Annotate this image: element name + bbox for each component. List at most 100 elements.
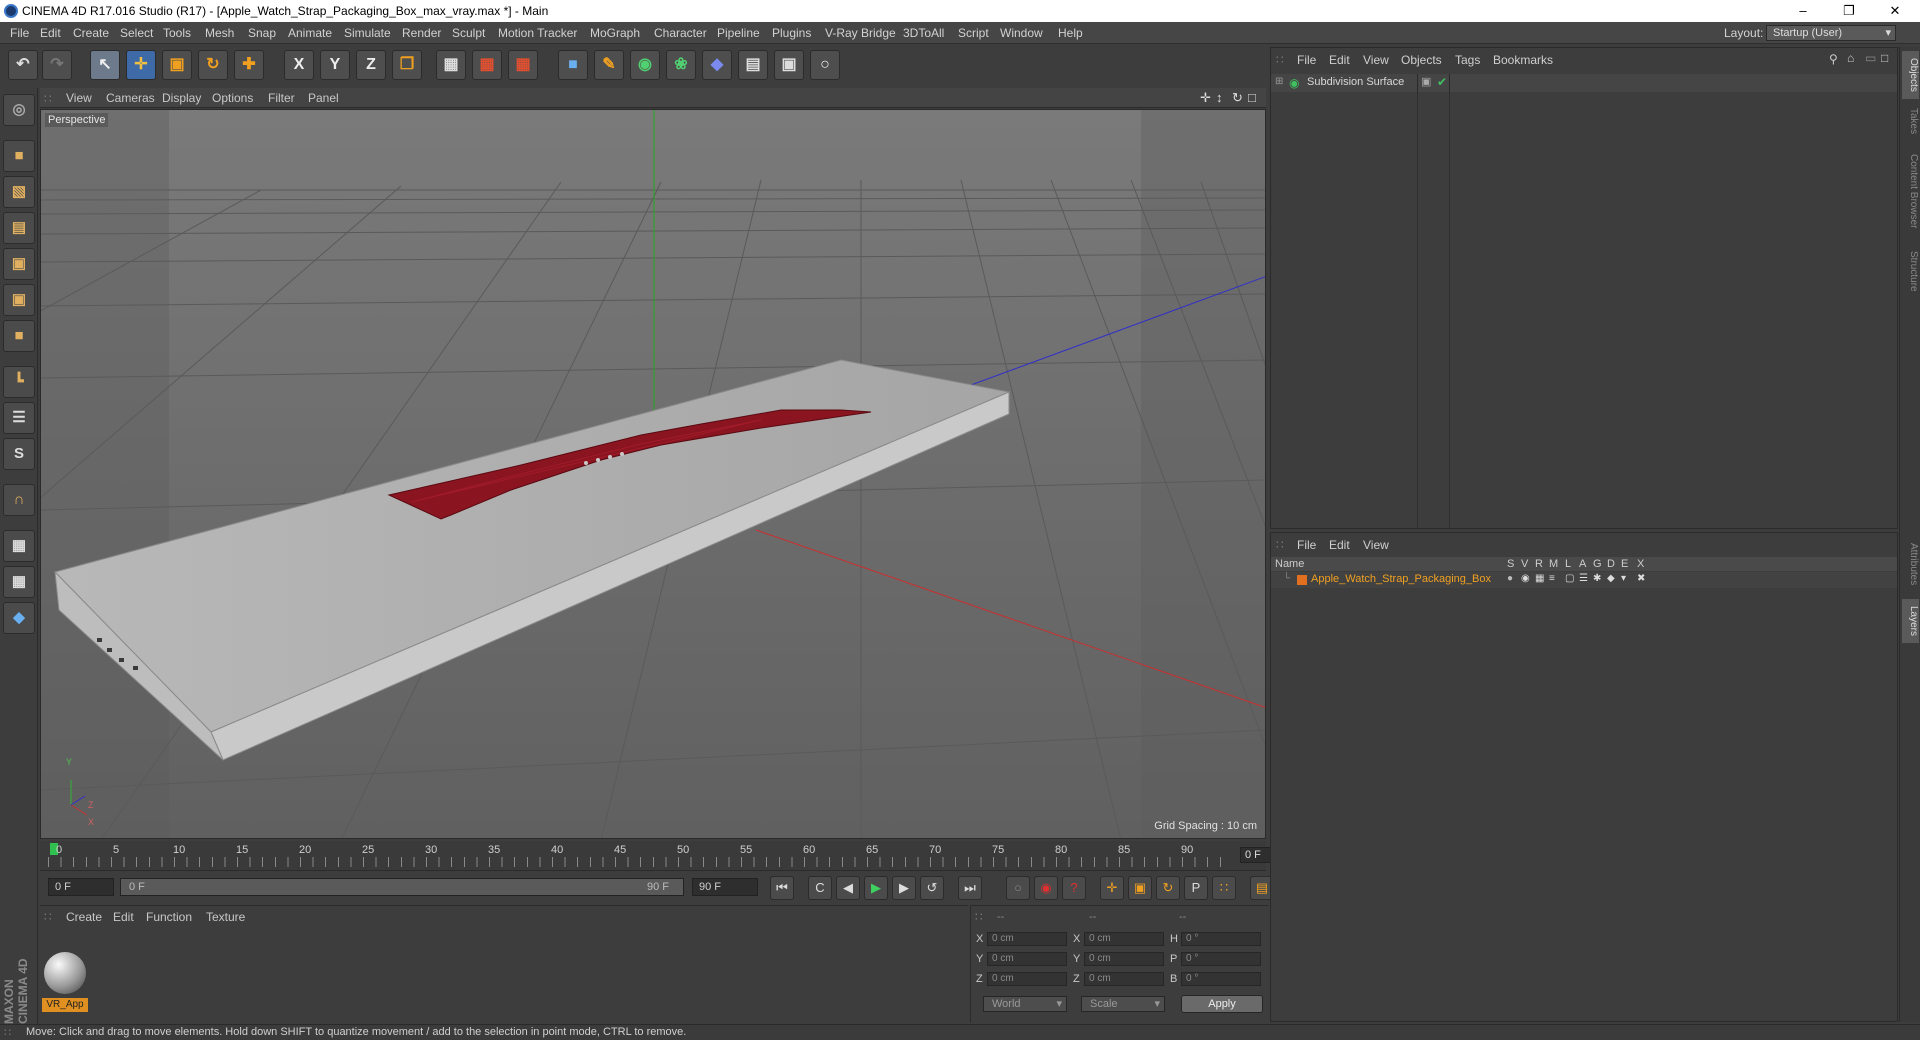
apply-button[interactable]: Apply	[1181, 995, 1263, 1013]
start-frame-field[interactable]: 0 F	[48, 878, 114, 896]
menu-plugins[interactable]: Plugins	[772, 26, 811, 40]
goto-start-button[interactable]: ⏮	[770, 876, 794, 900]
next-frame-button[interactable]: ▶	[892, 876, 916, 900]
menu-script[interactable]: Script	[958, 26, 989, 40]
position-y-field[interactable]: 0 cm	[987, 952, 1067, 966]
objects-menu-bookmarks[interactable]: Bookmarks	[1493, 53, 1553, 67]
layer-row[interactable]: └ Apple_Watch_Strap_Packaging_Box ● ◉ ▦ …	[1271, 572, 1897, 588]
menu-simulate[interactable]: Simulate	[344, 26, 391, 40]
magnet-button[interactable]: ∩	[3, 484, 35, 516]
size-y-field[interactable]: 0 cm	[1084, 952, 1164, 966]
texture-mode-button[interactable]: ▧	[3, 176, 35, 208]
animation-icon[interactable]: ☰	[1579, 573, 1588, 584]
lock-icon[interactable]: ▢	[1565, 573, 1574, 584]
flag-header[interactable]: A	[1579, 558, 1586, 570]
edges-mode-button[interactable]: ▣	[3, 284, 35, 316]
workplane-button[interactable]: ▤	[3, 212, 35, 244]
timeline-ruler[interactable]: 0 5 10 15 20 25 30 35 40 45 50 55 60 65 …	[40, 841, 1304, 871]
tab-objects[interactable]: Objects	[1902, 51, 1919, 99]
end-frame-field[interactable]: 90 F	[692, 878, 758, 896]
move-tool-button[interactable]: ✛	[126, 50, 156, 80]
checkmark-icon[interactable]: ✔	[1437, 75, 1447, 89]
deformers-icon[interactable]: ◆	[1607, 573, 1615, 584]
axis-x-button[interactable]: X	[284, 50, 314, 80]
menu-window[interactable]: Window	[1000, 26, 1043, 40]
minimize-panel-icon[interactable]: ▭	[1865, 51, 1876, 65]
rotate-tool-button[interactable]: ↻	[198, 50, 228, 80]
rotation-h-field[interactable]: 0 °	[1181, 932, 1261, 946]
enable-toggle-icon[interactable]: ▣	[1421, 75, 1431, 88]
menu-mograph[interactable]: MoGraph	[590, 26, 640, 40]
object-row-subdivision-surface[interactable]: ⊞ ◉ Subdivision Surface ▣ ✔	[1271, 74, 1897, 92]
size-x-field[interactable]: 0 cm	[1084, 932, 1164, 946]
size-mode-dropdown[interactable]: Scale ▾	[1081, 996, 1165, 1012]
position-z-field[interactable]: 0 cm	[987, 972, 1067, 986]
search-icon[interactable]: ⚲	[1829, 52, 1838, 66]
camera-button[interactable]: ▣	[774, 50, 804, 80]
tab-structure[interactable]: Structure	[1902, 243, 1919, 299]
edit-render-settings-button[interactable]: ▦	[508, 50, 538, 80]
polygons-mode-button[interactable]: ■	[3, 320, 35, 352]
menu-mesh[interactable]: Mesh	[205, 26, 234, 40]
menu-tools[interactable]: Tools	[163, 26, 191, 40]
menu-motion-tracker[interactable]: Motion Tracker	[498, 26, 577, 40]
xref-icon[interactable]: ✖	[1637, 573, 1645, 584]
flag-header[interactable]: R	[1535, 558, 1543, 570]
undo-button[interactable]: ↶	[8, 50, 38, 80]
pen-button[interactable]: ✎	[594, 50, 624, 80]
layers-menu-file[interactable]: File	[1297, 538, 1316, 552]
menu-help[interactable]: Help	[1058, 26, 1083, 40]
objects-menu-objects[interactable]: Objects	[1401, 53, 1442, 67]
3d-viewport[interactable]: Y Z X Perspective Grid Spacing : 10 cm	[40, 109, 1266, 839]
minimize-button[interactable]: –	[1780, 0, 1826, 22]
visible-eye-icon[interactable]: ◉	[1521, 573, 1530, 584]
redo-button[interactable]: ↷	[42, 50, 72, 80]
light-button[interactable]: ○	[810, 50, 840, 80]
viewport-menu-panel[interactable]: Panel	[308, 91, 339, 105]
menu-snap[interactable]: Snap	[248, 26, 276, 40]
snap-button[interactable]: S	[3, 438, 35, 470]
layer-color-swatch[interactable]	[1297, 575, 1307, 585]
menu-vray-bridge[interactable]: V-Ray Bridge	[825, 26, 896, 40]
objects-menu-file[interactable]: File	[1297, 53, 1316, 67]
manager-icon[interactable]: ≡	[1549, 573, 1555, 584]
position-x-field[interactable]: 0 cm	[987, 932, 1067, 946]
tab-takes[interactable]: Takes	[1902, 103, 1919, 139]
key-position-button[interactable]: ✛	[1100, 876, 1124, 900]
live-selection-button[interactable]: ↖	[90, 50, 120, 80]
floor-button[interactable]: ▤	[738, 50, 768, 80]
points-mode-button[interactable]: ▣	[3, 248, 35, 280]
close-button[interactable]: ✕	[1872, 0, 1918, 22]
menu-animate[interactable]: Animate	[288, 26, 332, 40]
axis-mode-button[interactable]: ┗	[3, 366, 35, 398]
viewport-menu-view[interactable]: View	[66, 91, 92, 105]
flag-header[interactable]: X	[1637, 558, 1644, 570]
tab-layers[interactable]: Layers	[1902, 599, 1919, 643]
menu-pipeline[interactable]: Pipeline	[717, 26, 760, 40]
prev-frame-button[interactable]: ◀	[836, 876, 860, 900]
record-active-button[interactable]: ◉	[1034, 876, 1058, 900]
recent-tool-button[interactable]: ✚	[234, 50, 264, 80]
deformer-button[interactable]: ◆	[702, 50, 732, 80]
objects-menu-edit[interactable]: Edit	[1329, 53, 1350, 67]
viewport-pan-icon[interactable]: ✛	[1200, 90, 1211, 106]
flag-header[interactable]: M	[1549, 558, 1558, 570]
material-menu-edit[interactable]: Edit	[113, 910, 134, 924]
key-rotation-button[interactable]: ↻	[1156, 876, 1180, 900]
menu-select[interactable]: Select	[120, 26, 153, 40]
restore-button[interactable]: ❐	[1826, 0, 1872, 22]
planar-workplane-button[interactable]: ▦	[3, 566, 35, 598]
name-column-header[interactable]: Name	[1275, 558, 1304, 570]
viewport-zoom-icon[interactable]: ↕	[1216, 90, 1223, 105]
render-picture-viewer-button[interactable]: ▦	[472, 50, 502, 80]
flag-header[interactable]: D	[1607, 558, 1615, 570]
model-mode-button[interactable]: ■	[3, 140, 35, 172]
coordinate-system-button[interactable]: ❐	[392, 50, 422, 80]
menu-file[interactable]: File	[10, 26, 29, 40]
menu-edit[interactable]: Edit	[40, 26, 61, 40]
python-button[interactable]: ◆	[3, 602, 35, 634]
generators-icon[interactable]: ✱	[1593, 573, 1601, 584]
expand-panel-icon[interactable]: □	[1881, 51, 1888, 65]
rotation-b-field[interactable]: 0 °	[1181, 972, 1261, 986]
layers-menu-view[interactable]: View	[1363, 538, 1389, 552]
